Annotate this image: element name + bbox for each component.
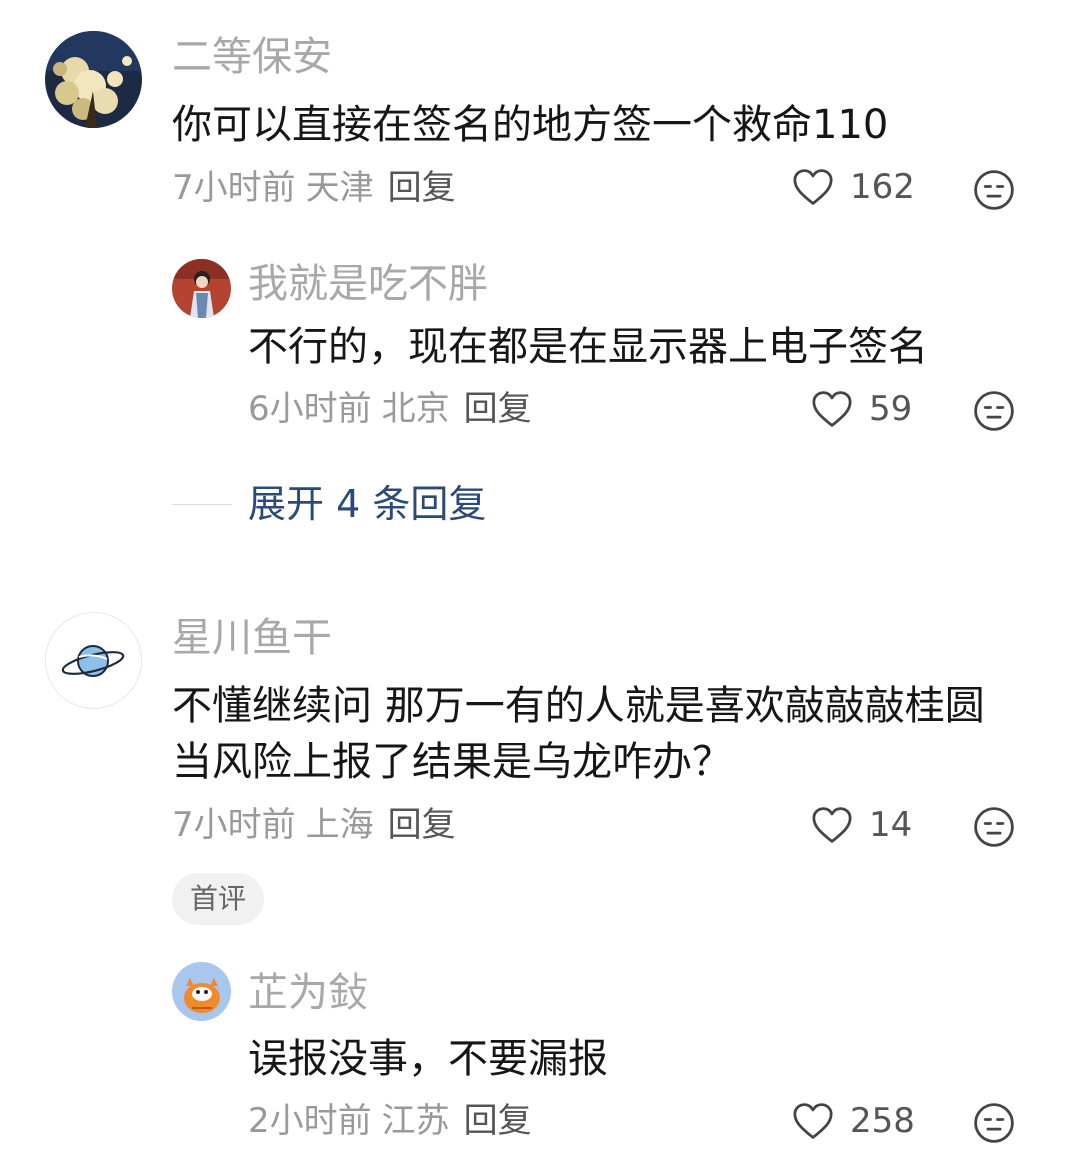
dislike-face-icon[interactable] <box>973 169 1015 211</box>
like-count: 59 <box>869 389 913 429</box>
person-portrait-avatar-icon <box>172 259 231 318</box>
expand-divider <box>172 504 232 505</box>
like-button[interactable]: 59 <box>811 390 912 428</box>
comment-text: 你可以直接在签名的地方签一个救命110 <box>172 102 889 148</box>
location: 上海 <box>305 805 374 845</box>
reply-meta: 6小时前 北京 回复 <box>248 392 532 426</box>
dislike-face-icon[interactable] <box>973 390 1015 432</box>
location: 北京 <box>381 389 450 429</box>
location: 江苏 <box>381 1101 450 1141</box>
planet-avatar-icon <box>46 613 140 707</box>
expand-replies-button[interactable]: 展开 4 条回复 <box>248 485 486 523</box>
like-button[interactable]: 14 <box>811 806 912 844</box>
timestamp: 7小时前 <box>172 168 296 208</box>
avatar[interactable] <box>172 259 231 318</box>
comment-meta: 7小时前 上海 回复 <box>172 808 456 842</box>
reply-button[interactable]: 回复 <box>388 168 456 208</box>
timestamp: 6小时前 <box>248 389 372 429</box>
reply-button[interactable]: 回复 <box>464 389 532 429</box>
heart-icon <box>812 391 852 427</box>
like-button[interactable]: 162 <box>792 168 915 206</box>
avatar[interactable] <box>45 31 142 128</box>
like-count: 162 <box>850 167 915 207</box>
heart-icon <box>793 169 833 205</box>
comment-text-line-2: 当风险上报了结果是乌龙咋办？ <box>172 739 732 785</box>
reply-meta: 2小时前 江苏 回复 <box>248 1104 532 1138</box>
reply-button[interactable]: 回复 <box>388 805 456 845</box>
reply-text: 误报没事，不要漏报 <box>248 1036 608 1082</box>
heart-icon <box>812 807 852 843</box>
username[interactable]: 芷为鈙 <box>248 973 368 1013</box>
username[interactable]: 我就是吃不胖 <box>248 264 488 304</box>
reply-text: 不行的，现在都是在显示器上电子签名 <box>248 324 928 370</box>
comment-text-line-1: 不懂继续问 那万一有的人就是喜欢敲敲敲桂圆 <box>172 683 985 729</box>
timestamp: 2小时前 <box>248 1101 372 1141</box>
flower-tree-night-avatar-icon <box>45 31 142 128</box>
like-count: 258 <box>850 1101 915 1141</box>
username[interactable]: 星川鱼干 <box>172 618 332 658</box>
dislike-face-icon[interactable] <box>973 806 1015 848</box>
cartoon-cat-avatar-icon <box>172 962 231 1021</box>
avatar[interactable] <box>45 612 142 709</box>
avatar[interactable] <box>172 962 231 1021</box>
dislike-face-icon[interactable] <box>973 1102 1015 1144</box>
like-button[interactable]: 258 <box>792 1102 915 1140</box>
location: 天津 <box>305 168 374 208</box>
heart-icon <box>793 1103 833 1139</box>
comment-meta: 7小时前 天津 回复 <box>172 171 456 205</box>
timestamp: 7小时前 <box>172 805 296 845</box>
first-comment-badge: 首评 <box>172 873 265 925</box>
username[interactable]: 二等保安 <box>172 37 332 77</box>
like-count: 14 <box>869 805 913 845</box>
reply-button[interactable]: 回复 <box>464 1101 532 1141</box>
